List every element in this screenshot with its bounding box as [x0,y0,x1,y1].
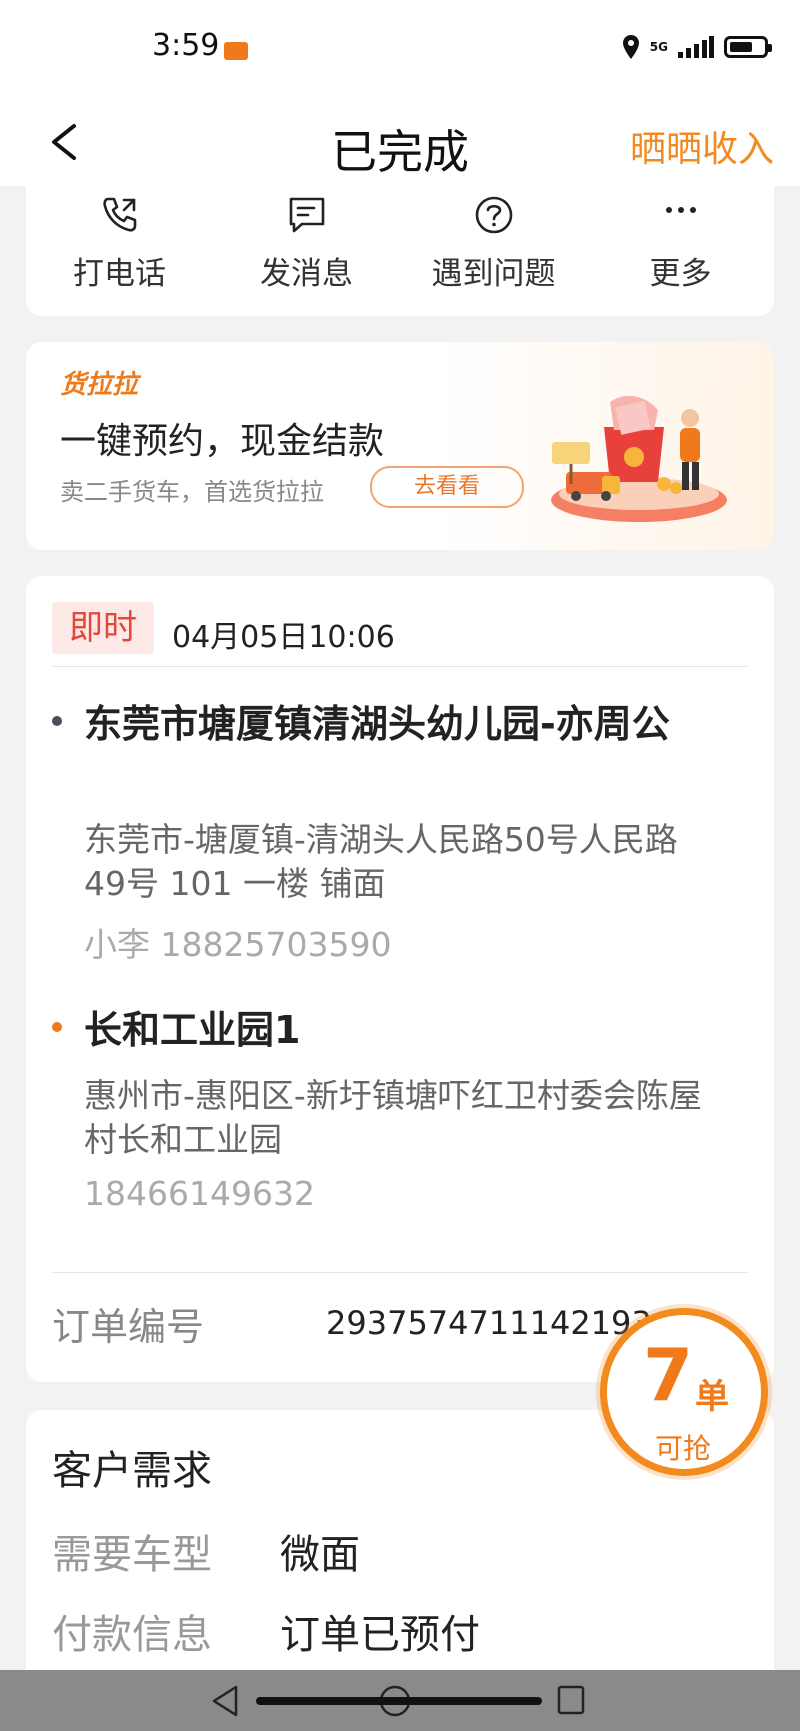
location-icon [622,35,639,59]
more-label: 更多 [649,256,712,292]
dropoff-dot [52,1022,62,1032]
message-icon [289,197,324,233]
problem-label: 遇到问题 [431,256,556,292]
grab-orders-badge[interactable]: 7 单 可抢 [600,1308,768,1476]
dropoff-address: 惠州市-惠阳区-新圩镇塘吓红卫村委会陈屋村长和工业园 [84,1076,702,1159]
promo-subtitle: 卖二手货车，首选货拉拉 [60,478,324,506]
battery-icon [724,36,772,58]
problem-button[interactable]: 遇到问题 [400,186,587,316]
payment-info-label: 付款信息 [52,1612,212,1658]
order-card: 即时 04月05日10:06 东莞市塘厦镇清湖头幼儿园-亦周公 东莞市-塘厦镇-… [26,576,774,1382]
promo-view-button[interactable]: 去看看 [370,466,524,508]
payment-info-row: 付款信息 订单已预付 [52,1602,480,1660]
instant-tag: 即时 [52,602,154,654]
order-number-label: 订单编号 [52,1305,205,1349]
nav-recent-apps-icon[interactable] [556,1684,586,1716]
order-number[interactable]: 2937574711142193 [326,1304,652,1342]
dropoff-contact[interactable]: 18466149632 [84,1174,315,1213]
divider [52,1272,748,1273]
more-icon [665,207,696,213]
system-nav-bar [0,1670,800,1731]
actions-card: 打电话 发消息 遇到问题 更多 [26,186,774,316]
grab-orders-subtitle: 可抢 [655,1432,712,1465]
pickup-address: 东莞市-塘厦镇-清湖头人民路50号人民路49号 101 一楼 铺面 [84,820,678,903]
status-time: 3:59 [152,28,220,63]
demand-title: 客户需求 [52,1448,212,1494]
pickup-contact[interactable]: 小李 18825703590 [84,918,391,966]
message-button[interactable]: 发消息 [213,186,400,316]
pickup-name: 东莞市塘厦镇清湖头幼儿园-亦周公 [84,702,670,746]
app-notification-icon [224,42,248,60]
status-icons: 5G [622,34,772,60]
question-icon [475,196,512,234]
call-label: 打电话 [73,256,166,292]
pickup-dot [52,716,62,726]
status-bar: 3:59 5G [0,0,800,100]
share-income-button[interactable]: 晒晒收入 [630,120,774,172]
vehicle-type-value: 微面 [280,1532,360,1578]
grab-orders-unit: 单 [695,1377,729,1417]
dropoff-name: 长和工业园1 [84,1008,301,1052]
phone-icon [102,197,136,232]
vehicle-type-row: 需要车型 微面 [52,1522,360,1580]
divider [52,666,748,667]
promo-banner[interactable]: 货拉拉 一键预约，现金结款 卖二手货车，首选货拉拉 去看看 [26,342,774,550]
grab-orders-count: 7 [643,1333,694,1417]
header-bar: 已完成 晒晒收入 [0,100,800,186]
vehicle-type-label: 需要车型 [52,1532,212,1578]
call-button[interactable]: 打电话 [26,186,213,316]
promo-title: 一键预约，现金结款 [60,421,385,462]
nav-back-icon[interactable] [210,1684,240,1718]
message-label: 发消息 [260,256,353,292]
order-time: 04月05日10:06 [172,620,395,655]
payment-info-value: 订单已预付 [280,1612,480,1658]
network-label: 5G [649,40,668,54]
home-gesture-bar[interactable] [256,1697,542,1705]
more-button[interactable]: 更多 [587,186,774,316]
promo-logo: 货拉拉 [60,370,139,400]
signal-icon [678,36,714,58]
promo-illustration [551,395,727,522]
